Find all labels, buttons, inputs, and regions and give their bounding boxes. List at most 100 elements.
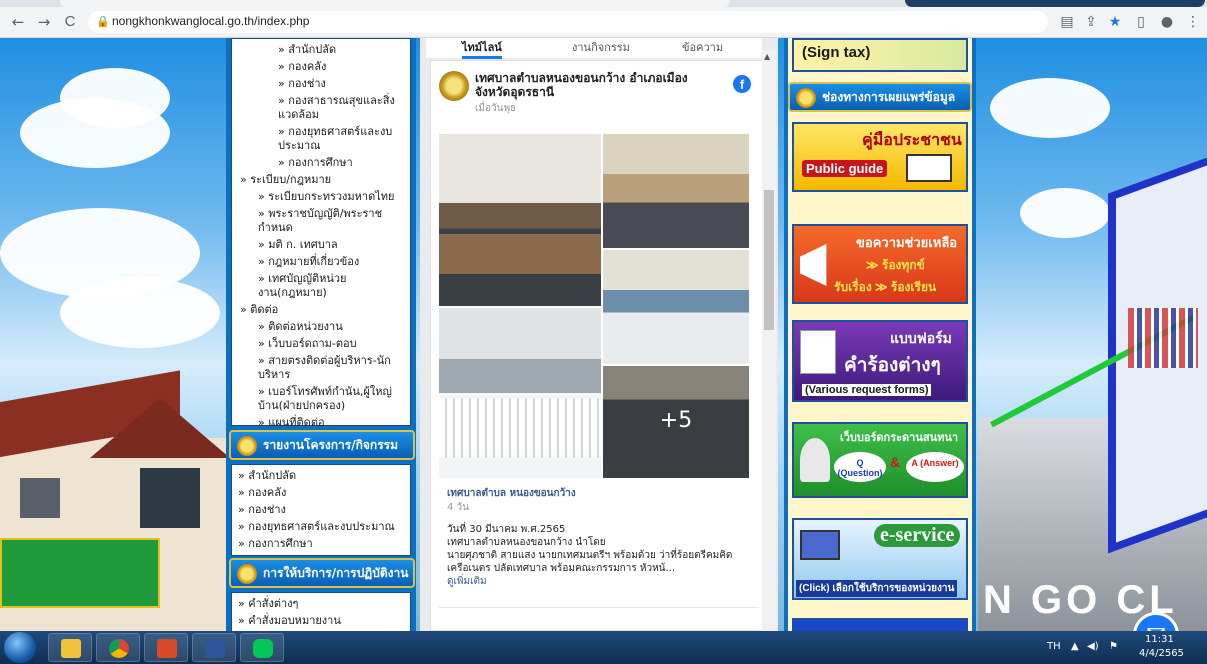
taskbar-word[interactable] [192, 633, 236, 662]
menu-item[interactable]: » กองยุทธศาสตร์และงบประมาณ [278, 125, 404, 153]
facebook-logo-icon[interactable]: f [733, 75, 751, 93]
menu-item[interactable]: » กองคลัง [278, 60, 404, 74]
language-indicator[interactable]: TH [1047, 641, 1061, 652]
post-photo[interactable] [603, 134, 749, 248]
post-photo[interactable] [603, 250, 749, 364]
public-guide-banner[interactable]: คู่มือประชาชน Public guide [792, 122, 968, 192]
address-bar[interactable]: 🔒 nongkhonkwanglocal.go.th/index.php [88, 11, 1048, 33]
menu-item[interactable]: » พระราชบัญญัติ/พระราชกำหนด [258, 207, 404, 235]
fb-scrollbar[interactable]: ▲ [762, 50, 776, 631]
volume-icon[interactable]: ◀) [1087, 641, 1099, 652]
more-photos-overlay[interactable]: +5 [603, 366, 749, 478]
browser-toolbar: ← → C 🔒 nongkhonkwanglocal.go.th/index.p… [0, 0, 1207, 38]
profile-icon[interactable]: ● [1158, 13, 1176, 31]
menu-item[interactable]: » ติดต่อหน่วยงาน [258, 320, 404, 334]
menu-item[interactable]: » กองคลัง [238, 486, 404, 500]
page-avatar[interactable] [439, 71, 469, 101]
side-panel-icon[interactable]: ▯ [1132, 13, 1150, 31]
menu-item[interactable]: » คำสั่งมอบหมายงาน [238, 614, 404, 628]
menu-item[interactable]: » เทศบัญญัติหน่วยงาน(กฎหมาย) [258, 272, 404, 300]
ita-banner[interactable] [792, 618, 968, 631]
menu-item[interactable]: » เว็บบอร์ดถาม-ตอบ [258, 337, 404, 351]
banner-text: (Sign tax) [802, 44, 871, 61]
menu-item[interactable]: » กองสาธารณสุขและสิ่งแวดล้อม [278, 94, 404, 122]
post-body-line: นายศุภชาติ สายแสง นายกเทศมนตรีฯ พร้อมด้ว… [447, 550, 733, 561]
tab-messages[interactable]: ข้อความ [682, 38, 723, 56]
menu-item[interactable]: » คำสั่งต่างๆ [238, 597, 404, 611]
post-date: วันที่ 30 มีนาคม พ.ศ.2565 [447, 524, 566, 535]
emblem-icon [237, 564, 257, 584]
right-sidebar-inner: (Sign tax) ช่องทางการเผยแพร่ข้อมูล คู่มื… [788, 38, 972, 631]
translate-icon[interactable]: ▤ [1058, 13, 1076, 31]
browser-tab[interactable] [60, 0, 730, 7]
tab-events[interactable]: งานกิจกรรม [572, 38, 630, 56]
windows-start-button[interactable] [4, 632, 36, 663]
lock-icon: 🔒 [96, 15, 110, 28]
menu-item[interactable]: » สายตรงติดต่อผู้บริหาร-นักบริหาร [258, 354, 404, 382]
help-request-banner[interactable]: ขอความช่วยเหลือ ≫ ร้องทุกข์ รับเรื่อง ≫ … [792, 224, 968, 304]
banner-title: ขอความช่วยเหลือ [856, 235, 958, 250]
taskbar-chrome[interactable] [96, 633, 140, 662]
clock-date[interactable]: 4/4/2565 [1139, 648, 1184, 659]
menu-section-regulations[interactable]: » ระเบียบ/กฎหมาย [240, 173, 404, 187]
banner-sub: Public guide [802, 160, 888, 177]
banner-title: เว็บบอร์ดกระดานสนทนา [840, 432, 959, 444]
bookmark-star-icon[interactable]: ★ [1106, 13, 1124, 31]
menu-item[interactable]: » กองช่าง [278, 77, 404, 91]
menu-item[interactable]: » ระเบียบกระทรวงมหาดไทย [258, 190, 404, 204]
paint-icon [157, 639, 177, 658]
left-sidebar-menu: » สำนักปลัด » กองคลัง » กองช่าง » กองสาธ… [226, 38, 416, 631]
request-forms-banner[interactable]: แบบฟอร์ม คำร้องต่างๆ (Various request fo… [792, 320, 968, 402]
section-header-services: การให้บริการ/การปฏิบัติงาน [229, 558, 415, 588]
fb-post: เทศบาลตำบลหนองขอนกว้าง อำเภอเมือง จังหวั… [430, 60, 768, 631]
menu-item[interactable]: » เบอร์โทรศัพท์กำนัน,ผู้ใหญ่บ้าน(ฝ่ายปกค… [258, 385, 404, 413]
post-author[interactable]: เทศบาลตำบล หนองขอนกว้าง [447, 487, 757, 500]
flag-icon[interactable]: ⚑ [1109, 641, 1118, 652]
post-photo[interactable]: +5 [603, 366, 749, 478]
taskbar-explorer[interactable] [48, 633, 92, 662]
windows-taskbar: TH ▲ ◀) ⚑ 11:31 4/4/2565 [0, 631, 1207, 664]
banner-title: แบบฟอร์ม [890, 330, 952, 346]
menu-item[interactable]: » กองการศึกษา [278, 156, 404, 170]
forward-icon[interactable]: → [36, 14, 52, 30]
green-banner [0, 538, 160, 608]
right-sidebar: (Sign tax) ช่องทางการเผยแพร่ข้อมูล คู่มื… [784, 38, 976, 631]
section-title: รายงานโครงการ/กิจกรรม [263, 438, 398, 452]
url-text[interactable]: nongkhonkwanglocal.go.th/index.php [112, 14, 309, 28]
share-icon[interactable]: ⇪ [1082, 13, 1100, 31]
reload-icon[interactable]: C [62, 14, 78, 30]
browser-tab-other[interactable] [905, 0, 1205, 7]
e-service-banner[interactable]: e-service (Click) เลือกใช้บริการของหน่วย… [792, 518, 968, 600]
post-time[interactable]: เมื่อวันพุธ [475, 101, 516, 116]
page-name-link[interactable]: เทศบาลตำบลหนองขอนกว้าง อำเภอเมือง จังหวั… [475, 71, 725, 99]
banner-title: e-service [874, 524, 961, 547]
scroll-thumb[interactable] [764, 190, 774, 330]
back-icon[interactable]: ← [10, 14, 26, 30]
scroll-up-icon[interactable]: ▲ [764, 52, 770, 61]
clock-time[interactable]: 11:31 [1145, 634, 1174, 645]
section-header-channels: ช่องทางการเผยแพร่ข้อมูล [788, 82, 972, 112]
post-photo[interactable] [439, 308, 601, 478]
ampersand: & [890, 454, 901, 470]
menu-icon[interactable]: ⋮ [1184, 13, 1202, 31]
menu-item[interactable]: » มติ ก. เทศบาล [258, 238, 404, 252]
menu-item[interactable]: » กองยุทธศาสตร์และงบประมาณ [238, 520, 404, 534]
menu-item[interactable]: » สำนักปลัด [278, 43, 404, 57]
menu-item[interactable]: » กฎหมายที่เกี่ยวข้อง [258, 255, 404, 269]
post-author-time: 4 วัน [447, 502, 469, 513]
tab-timeline[interactable]: ไทม์ไลน์ [462, 38, 502, 59]
person-icon [800, 438, 830, 482]
webboard-banner[interactable]: เว็บบอร์ดกระดานสนทนา Q (Question) & A (A… [792, 422, 968, 498]
taskbar-line[interactable] [240, 633, 284, 662]
menu-section-contact[interactable]: » ติดต่อ [240, 303, 404, 317]
show-hidden-icon[interactable]: ▲ [1071, 641, 1079, 652]
section-title: การให้บริการ/การปฏิบัติงาน [263, 566, 409, 580]
menu-item[interactable]: » สำนักปลัด [238, 469, 404, 483]
see-more-link[interactable]: ดูเพิ่มเติม [447, 575, 757, 588]
menu-item[interactable]: » กองช่าง [238, 503, 404, 517]
sign-tax-banner[interactable]: (Sign tax) [792, 38, 968, 72]
taskbar-paint[interactable] [144, 633, 188, 662]
menu-item[interactable]: » แผนที่ติดต่อ [258, 416, 404, 430]
menu-item[interactable]: » กองการศึกษา [238, 537, 404, 551]
post-photo[interactable] [439, 134, 601, 306]
